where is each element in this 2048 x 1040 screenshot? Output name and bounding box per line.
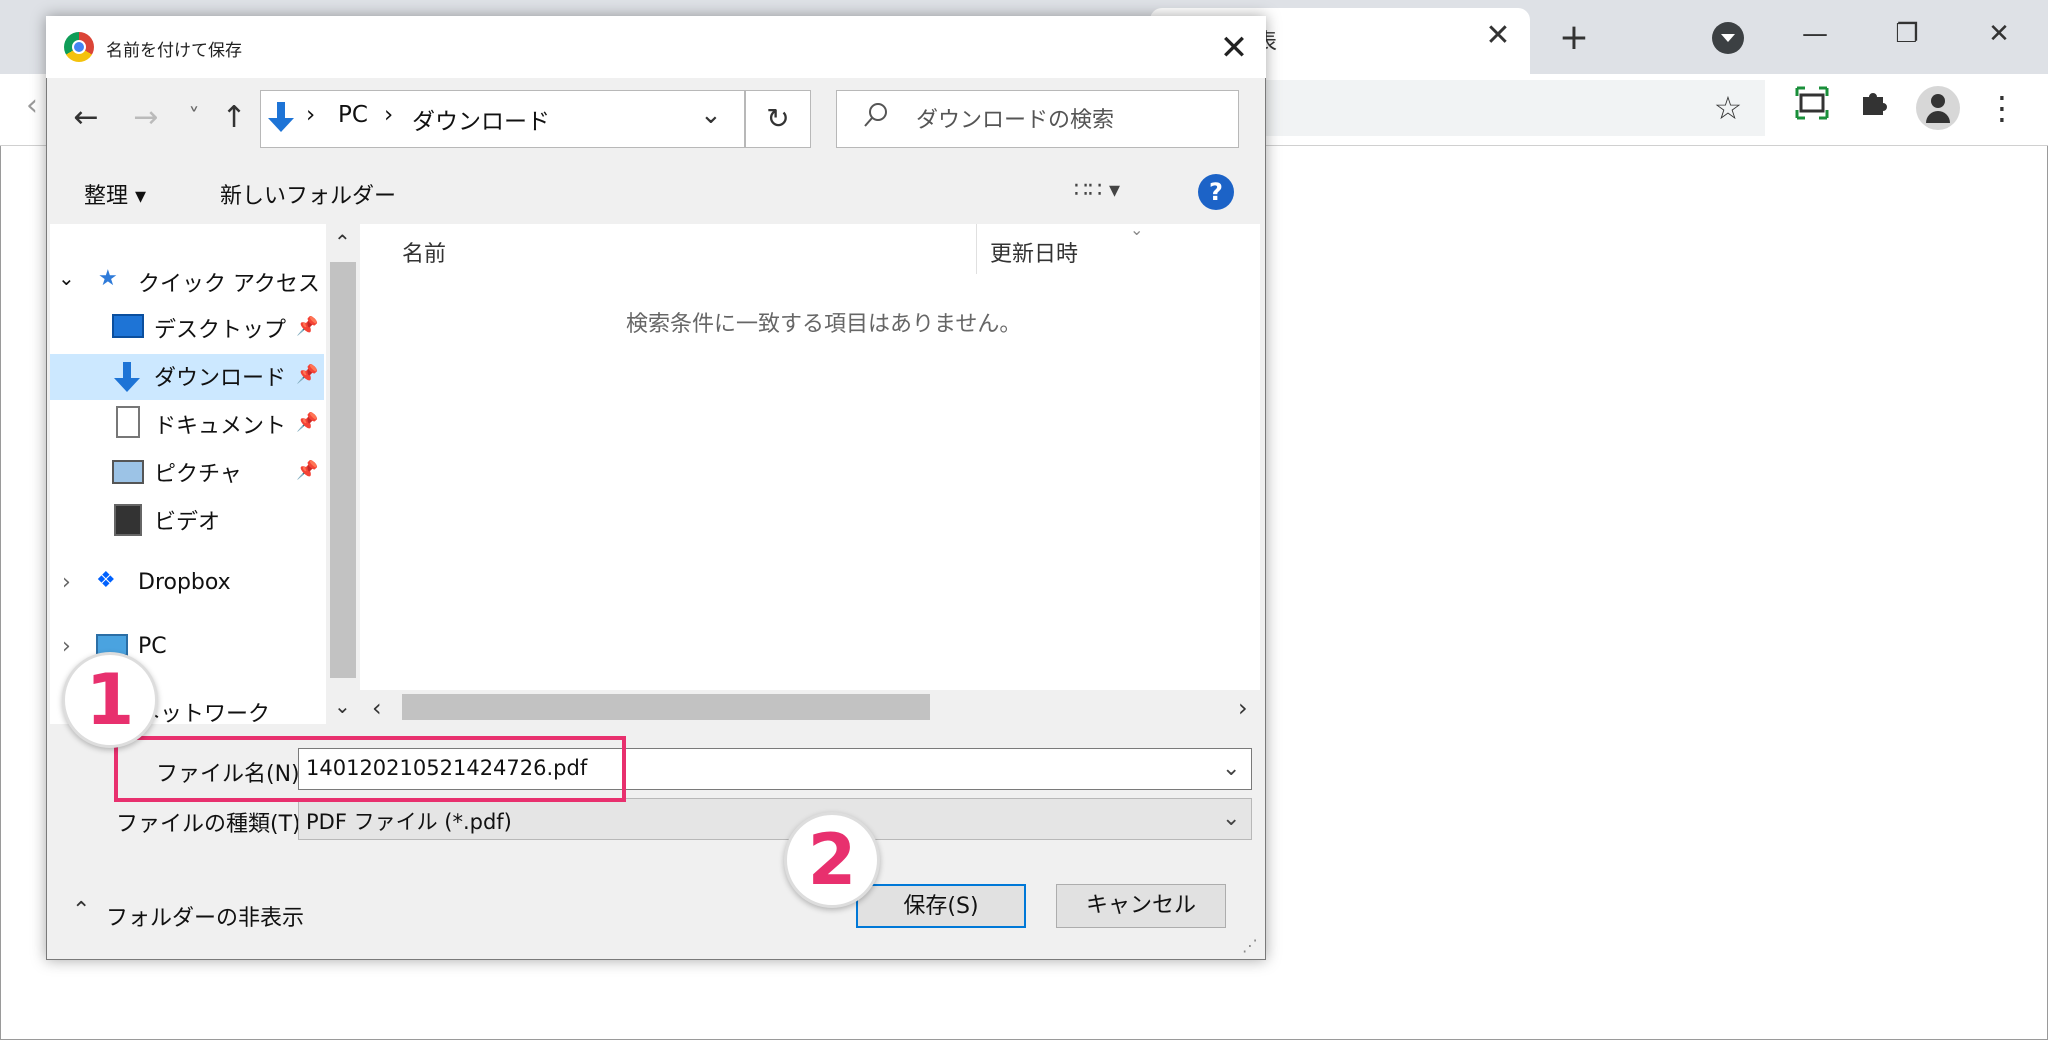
scroll-down-icon[interactable]: ⌄ [334, 694, 351, 718]
step-2-badge: 2 [784, 812, 880, 908]
nav-item-dropbox[interactable]: Dropbox [138, 570, 231, 595]
documents-icon [116, 406, 140, 438]
path-segment-pc[interactable]: PC [338, 102, 368, 128]
filetype-dropdown-icon[interactable]: ⌄ [1222, 806, 1240, 831]
tab-search-icon[interactable] [1712, 22, 1744, 54]
highlight-box [114, 736, 626, 802]
nav-item-pictures[interactable]: ピクチャ [154, 456, 242, 488]
pictures-icon [112, 460, 144, 484]
profile-avatar-icon[interactable] [1916, 86, 1960, 130]
nav-scroll-thumb[interactable] [330, 262, 356, 678]
nav-item-documents[interactable]: ドキュメント [154, 408, 286, 440]
nav-item-pc[interactable]: PC [138, 634, 167, 659]
path-dropdown-icon[interactable]: ⌄ [700, 100, 722, 130]
chrome-logo-icon [64, 32, 94, 62]
search-placeholder: ダウンロードの検索 [916, 108, 1115, 133]
resize-grip-icon[interactable]: ⋰ [1242, 936, 1258, 955]
chevron-up-icon[interactable]: ⌃ [72, 898, 90, 923]
nav-item-desktop[interactable]: デスクトップ [154, 312, 286, 344]
more-menu-icon[interactable]: ⋮ [1980, 86, 2024, 130]
download-folder-icon [266, 100, 296, 136]
restore-button[interactable]: ❐ [1882, 14, 1932, 54]
extensions-puzzle-icon[interactable] [1852, 86, 1896, 130]
new-tab-button[interactable]: + [1552, 16, 1596, 60]
screen-capture-icon[interactable] [1790, 86, 1834, 130]
expand-chevron-icon[interactable]: ⌄ [58, 266, 75, 290]
forward-arrow-icon[interactable]: → [126, 98, 166, 138]
filetype-value: PDF ファイル (*.pdf) [306, 810, 512, 834]
horizontal-scroll-thumb[interactable] [402, 694, 930, 720]
step-1-badge: 1 [62, 652, 158, 748]
nav-item-videos[interactable]: ビデオ [154, 504, 220, 536]
column-header-name[interactable]: 名前 [402, 236, 446, 268]
filetype-label: ファイルの種類(T): [116, 812, 309, 837]
column-header-modified[interactable]: 更新日時 [990, 236, 1078, 268]
scroll-right-icon[interactable]: › [1238, 694, 1248, 722]
window-close-button[interactable]: ✕ [1974, 14, 2024, 54]
refresh-icon[interactable]: ↻ [745, 90, 811, 148]
pin-icon: 📌 [296, 412, 319, 433]
desktop-icon [112, 314, 144, 338]
dialog-title: 名前を付けて保存 [106, 41, 242, 61]
recent-locations-icon[interactable]: ˅ [174, 98, 214, 138]
pin-icon: 📌 [296, 364, 319, 385]
path-separator: › [306, 102, 316, 128]
hide-folders-button[interactable]: フォルダーの非表示 [106, 900, 304, 932]
scroll-left-icon[interactable]: ‹ [372, 694, 382, 722]
save-button[interactable]: 保存(S) [856, 884, 1026, 928]
cancel-button[interactable]: キャンセル [1056, 884, 1226, 928]
quick-access-star-icon: ★ [98, 266, 118, 291]
organize-button[interactable]: 整理 ▾ [84, 178, 146, 210]
scroll-up-icon[interactable]: ⌃ [334, 230, 351, 254]
bookmark-star-icon[interactable]: ☆ [1706, 86, 1750, 130]
back-arrow-icon[interactable]: ← [66, 98, 106, 138]
nav-item-downloads[interactable]: ダウンロード [154, 360, 286, 392]
expand-chevron-icon[interactable]: › [62, 570, 71, 595]
chevron-left-icon: ‹ [26, 88, 38, 123]
dialog-close-icon[interactable]: ✕ [1212, 26, 1256, 70]
file-list [360, 224, 1260, 724]
videos-icon [114, 504, 142, 536]
expand-chevron-icon[interactable]: › [62, 634, 71, 659]
help-icon[interactable]: ? [1198, 174, 1234, 210]
sort-chevron-icon: ⌄ [1130, 220, 1144, 239]
search-icon [862, 100, 890, 134]
empty-message: 検索条件に一致する項目はありません。 [626, 312, 1022, 337]
new-folder-button[interactable]: 新しいフォルダー [220, 178, 396, 210]
path-segment-downloads[interactable]: ダウンロード [412, 102, 550, 136]
downloads-icon [112, 360, 142, 396]
nav-item-quick-access[interactable]: クイック アクセス [138, 266, 320, 298]
path-separator: › [384, 102, 394, 128]
column-separator[interactable] [976, 224, 977, 274]
minimize-button[interactable]: — [1790, 14, 1840, 54]
pin-icon: 📌 [296, 316, 319, 337]
view-options-icon[interactable]: ∷∷ ▾ [1074, 178, 1120, 203]
address-bar[interactable] [1240, 80, 1765, 136]
dropbox-icon: ❖ [96, 568, 116, 593]
filename-dropdown-icon[interactable]: ⌄ [1222, 756, 1240, 781]
tab-close-icon[interactable]: ✕ [1478, 16, 1518, 56]
pin-icon: 📌 [296, 460, 319, 481]
up-arrow-icon[interactable]: ↑ [214, 98, 254, 138]
